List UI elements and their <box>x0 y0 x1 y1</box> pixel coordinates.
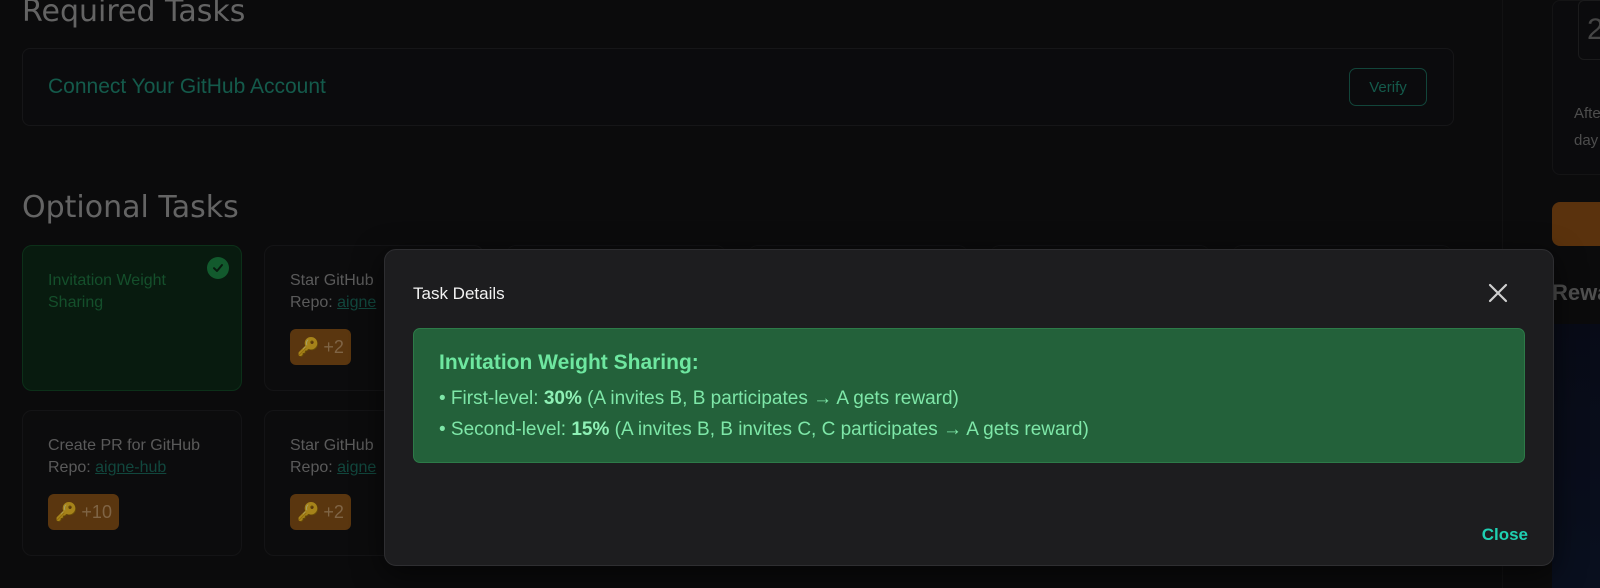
detail-line-second-level: • Second-level: 15% (A invites B, B invi… <box>439 419 1089 441</box>
close-icon[interactable] <box>1485 280 1511 306</box>
line-percent: 15% <box>571 419 610 440</box>
detail-heading: Invitation Weight Sharing: <box>439 351 699 374</box>
detail-line-first-level: • First-level: 30% (A invites B, B parti… <box>439 388 959 410</box>
line-prefix: • Second-level: <box>439 419 572 440</box>
line-prefix: • First-level: <box>439 388 544 409</box>
line-suffix: (A invites B, B invites C, C participate… <box>609 419 1089 440</box>
close-button[interactable]: Close <box>1482 525 1528 545</box>
task-details-dialog: Task Details Invitation Weight Sharing: … <box>384 249 1554 566</box>
detail-box: Invitation Weight Sharing: • First-level… <box>413 328 1525 463</box>
line-percent: 30% <box>543 388 582 409</box>
line-suffix: (A invites B, B participates → A gets re… <box>581 388 959 409</box>
dialog-title: Task Details <box>413 284 505 303</box>
page: Required Tasks Connect Your GitHub Accou… <box>0 0 1600 588</box>
